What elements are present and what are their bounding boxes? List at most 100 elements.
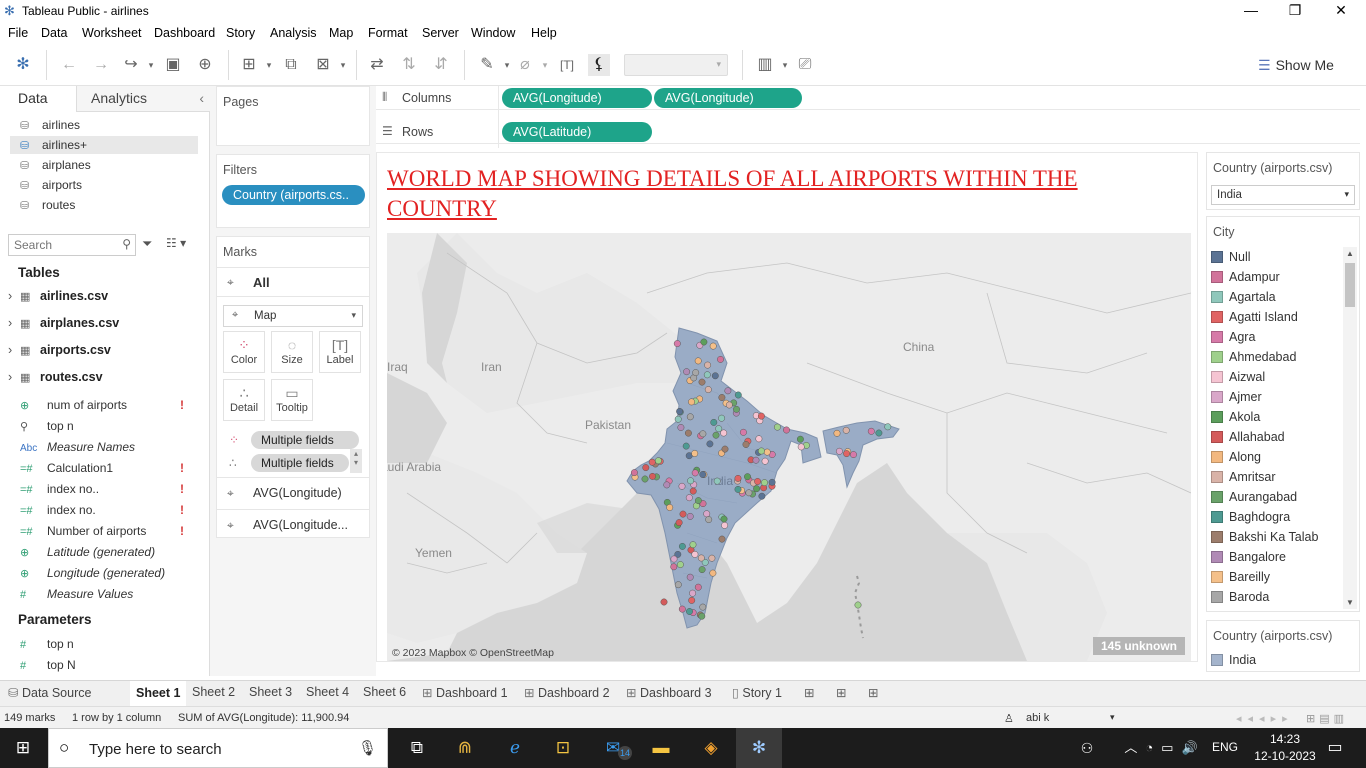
presentation-mode-icon[interactable]: ⎚	[794, 54, 816, 76]
menu-server[interactable]: Server	[422, 26, 459, 40]
rows-pill-1[interactable]: AVG(Latitude)	[502, 122, 652, 142]
field-item[interactable]: # Measure Values	[20, 584, 200, 604]
airport-mark[interactable]	[697, 554, 705, 562]
field-item[interactable]: =# Calculation1!	[20, 458, 200, 478]
legend-item[interactable]: Akola	[1211, 407, 1260, 427]
legend-item[interactable]: Allahabad	[1211, 427, 1285, 447]
airport-mark[interactable]	[755, 435, 763, 443]
field-item[interactable]: ⊕ Latitude (generated)	[20, 542, 200, 562]
airport-mark[interactable]	[670, 563, 678, 571]
fix-axes-icon[interactable]: ⚸	[588, 54, 610, 76]
airport-mark[interactable]	[833, 429, 841, 437]
legend-item[interactable]: Bakshi Ka Talab	[1211, 527, 1318, 547]
app-icon[interactable]: ⋒	[442, 728, 488, 768]
tableau-taskbar-icon[interactable]: ✻	[736, 728, 782, 768]
airport-mark[interactable]	[678, 482, 686, 490]
field-item[interactable]: Abc Measure Names	[20, 437, 200, 457]
airport-mark[interactable]	[673, 340, 681, 348]
windows-start-icon[interactable]: ⊞	[0, 728, 46, 768]
airport-mark[interactable]	[718, 394, 726, 401]
columns-pill-2[interactable]: AVG(Longitude)	[654, 88, 802, 108]
legend-item[interactable]: Agartala	[1211, 287, 1276, 307]
sort-ascending-icon[interactable]: ⇅	[398, 54, 420, 76]
legend-item[interactable]: Agra	[1211, 327, 1255, 347]
airport-mark[interactable]	[757, 412, 765, 420]
detail-multiple-fields-pill[interactable]: Multiple fields	[251, 454, 349, 472]
show-cards-dropdown-icon[interactable]: ▾	[774, 54, 796, 76]
airport-mark[interactable]	[773, 423, 781, 431]
legend-item[interactable]: Aurangabad	[1211, 487, 1297, 507]
airport-mark[interactable]	[660, 598, 668, 606]
replay-dropdown-icon[interactable]: ▾	[140, 54, 162, 76]
new-worksheet-dropdown-icon[interactable]: ▾	[258, 54, 280, 76]
menu-format[interactable]: Format	[368, 26, 408, 40]
airport-mark[interactable]	[757, 447, 765, 455]
airport-mark[interactable]	[694, 357, 702, 365]
airport-mark[interactable]	[678, 542, 686, 550]
airport-mark[interactable]	[676, 561, 684, 569]
marks-all-row[interactable]: ⌖ All	[217, 267, 369, 297]
airport-mark[interactable]	[712, 431, 720, 439]
mail-icon[interactable]: ✉ 14	[590, 728, 636, 768]
field-item[interactable]: =# index no..!	[20, 479, 200, 499]
datasource-airlines[interactable]: ⛁ airlines	[20, 116, 80, 134]
country-filter-dropdown[interactable]: India ▾	[1211, 185, 1355, 205]
airport-mark[interactable]	[698, 612, 706, 620]
highlight-icon[interactable]: ✎	[476, 54, 498, 76]
datasource-routes[interactable]: ⛁ routes	[20, 196, 75, 214]
marks-scroll-icon[interactable]: ▴ ▾	[350, 449, 362, 473]
airport-mark[interactable]	[694, 497, 702, 505]
clear-sheet-icon[interactable]: ⊠	[312, 54, 334, 76]
airport-mark[interactable]	[677, 424, 685, 431]
legend-item[interactable]: Along	[1211, 447, 1261, 467]
tab-sheet-4[interactable]: Sheet 4	[306, 685, 349, 699]
airport-mark[interactable]	[718, 414, 726, 422]
notifications-icon[interactable]: ▭	[1312, 728, 1358, 768]
sort-descending-icon[interactable]: ⇵	[430, 54, 452, 76]
tab-analytics[interactable]: Analytics ‹	[76, 86, 210, 112]
tableau-home-icon[interactable]: ✻	[12, 54, 34, 76]
airport-mark[interactable]	[692, 369, 700, 377]
redo-icon[interactable]: →	[90, 54, 112, 76]
airport-mark[interactable]	[721, 521, 729, 529]
close-button[interactable]: ✕	[1326, 2, 1356, 19]
airport-mark[interactable]	[641, 475, 649, 483]
show-cards-icon[interactable]: ▥	[754, 54, 776, 76]
legend-item[interactable]: Baroda	[1211, 587, 1269, 607]
parameter-top-N[interactable]: # top N	[20, 655, 200, 675]
airport-mark[interactable]	[686, 573, 694, 581]
airport-mark[interactable]	[703, 510, 711, 518]
legend-item[interactable]: Null	[1211, 247, 1251, 267]
field-item[interactable]: ⚲ top n	[20, 416, 200, 436]
tab-story-1[interactable]: ▯ Story 1	[732, 685, 782, 700]
legend-item[interactable]: Bangalore	[1211, 547, 1286, 567]
airport-mark[interactable]	[854, 601, 862, 609]
tooltip-button[interactable]: ▭ Tooltip	[271, 379, 313, 421]
airport-mark[interactable]	[688, 398, 695, 406]
table-airlines-csv[interactable]: › ▦ airlines.csv	[8, 286, 108, 306]
airport-mark[interactable]	[698, 378, 706, 386]
tab-dashboard-3[interactable]: ⊞ Dashboard 3	[626, 685, 712, 700]
view-options-icon[interactable]: ☷ ▾	[166, 236, 186, 250]
airport-mark[interactable]	[688, 596, 696, 604]
maximize-button[interactable]: ❐	[1280, 2, 1310, 19]
system-tray-icons[interactable]: ︿◔▭🔊	[1100, 728, 1230, 768]
rows-shelf[interactable]: ☰ Rows AVG(Latitude)	[376, 120, 1360, 144]
new-datasource-icon[interactable]: ⊕	[194, 54, 216, 76]
label-button[interactable]: [T] Label	[319, 331, 361, 373]
menu-worksheet[interactable]: Worksheet	[82, 26, 142, 40]
legend-item[interactable]: Ahmedabad	[1211, 347, 1296, 367]
airport-mark[interactable]	[720, 515, 728, 523]
tab-sheet-3[interactable]: Sheet 3	[249, 685, 292, 699]
marks-layer-2[interactable]: ⌖ AVG(Longitude...	[217, 509, 369, 539]
airport-mark[interactable]	[674, 415, 682, 423]
legend-item[interactable]: Adampur	[1211, 267, 1280, 287]
airport-mark[interactable]	[884, 423, 892, 431]
airport-mark[interactable]	[753, 485, 761, 493]
airport-mark[interactable]	[694, 583, 702, 591]
legend-item[interactable]: Agatti Island	[1211, 307, 1298, 327]
clear-sheet-dropdown-icon[interactable]: ▾	[332, 54, 354, 76]
airport-mark[interactable]	[725, 401, 733, 409]
parameter-top-n[interactable]: # top n	[20, 634, 200, 654]
airport-mark[interactable]	[686, 413, 694, 421]
